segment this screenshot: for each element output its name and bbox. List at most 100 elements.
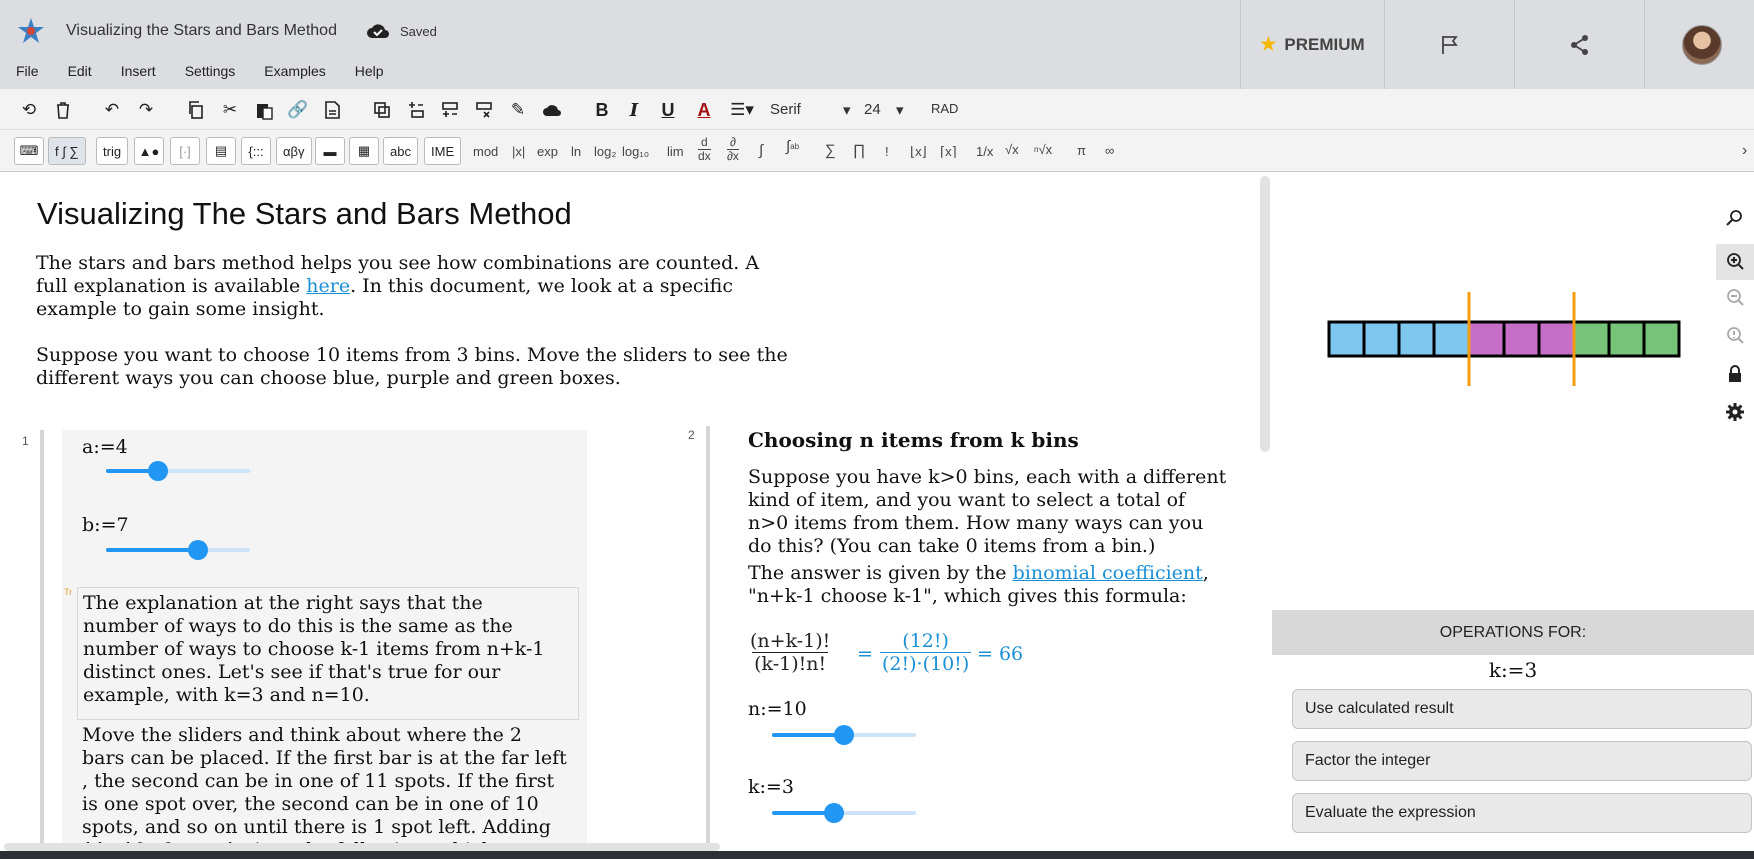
key-ln[interactable]: ln [571, 144, 581, 159]
delete-region-icon[interactable] [471, 97, 497, 123]
key-lim[interactable]: lim [667, 144, 684, 159]
menu-insert[interactable]: Insert [121, 63, 156, 79]
tab-greek[interactable]: αβγ [276, 137, 312, 165]
premium-button[interactable]: ★ PREMIUM [1240, 0, 1384, 89]
font-size-dropdown-icon[interactable]: ▾ [896, 101, 904, 119]
insert-below-icon[interactable] [437, 97, 463, 123]
user-menu[interactable] [1644, 0, 1754, 89]
bold-button[interactable]: B [589, 97, 615, 123]
menu-edit[interactable]: Edit [68, 63, 92, 79]
calculator-icon[interactable]: ▦ [349, 137, 379, 165]
table-icon[interactable]: ▤ [206, 137, 236, 165]
slider-a[interactable] [106, 461, 250, 481]
key-log10[interactable]: log₁₀ [622, 144, 649, 159]
matrix-icon[interactable]: {::: [241, 137, 271, 165]
settings-gear-icon[interactable] [1716, 394, 1754, 430]
binomial-coefficient-link[interactable]: binomial coefficient [1013, 562, 1203, 584]
zoom-reset-icon[interactable] [1716, 200, 1754, 236]
slider-n-knob[interactable] [834, 725, 854, 745]
result-fraction[interactable]: (12!) (2!)·(10!) [880, 630, 972, 675]
document-title[interactable]: Visualizing the Stars and Bars Method [66, 22, 337, 40]
horizontal-scrollbar[interactable] [4, 843, 720, 851]
menu-settings[interactable]: Settings [185, 63, 236, 79]
link-icon[interactable]: 🔗 [285, 97, 311, 123]
key-floor[interactable]: ⌊x⌋ [910, 144, 927, 160]
key-abs[interactable]: |x| [512, 144, 525, 159]
group-icon[interactable] [369, 97, 395, 123]
key-reciprocal[interactable]: 1/x [976, 144, 993, 159]
redo-icon[interactable]: ↷ [133, 97, 159, 123]
cut-icon[interactable]: ✂ [217, 97, 243, 123]
keyboard-icon[interactable]: ⌨ [14, 137, 44, 165]
tab-ime[interactable]: IME [424, 137, 462, 165]
use-calculated-result-button[interactable]: Use calculated result [1292, 689, 1752, 729]
undo-icon[interactable]: ↶ [99, 97, 125, 123]
slider-k[interactable] [772, 803, 916, 823]
key-factorial[interactable]: ! [885, 144, 889, 159]
tab-functions[interactable]: f ∫ ∑ [48, 137, 86, 165]
font-color-button[interactable]: A [691, 97, 717, 123]
cell-bracket[interactable] [706, 426, 710, 851]
nth-root-icon[interactable]: n √x [1034, 142, 1052, 157]
zoom-fit-icon[interactable] [1716, 318, 1754, 354]
slider-b[interactable] [106, 540, 250, 560]
document-scrollbar[interactable] [1258, 172, 1272, 851]
share-button[interactable] [1514, 0, 1644, 89]
lock-icon[interactable] [1716, 356, 1754, 392]
font-size-select[interactable]: 24 [864, 101, 881, 118]
menu-help[interactable]: Help [355, 63, 384, 79]
menu-file[interactable]: File [16, 63, 39, 79]
formula-fraction[interactable]: (n+k-1)! (k-1)!n! [748, 630, 832, 675]
cloud-icon[interactable] [539, 97, 565, 123]
key-product[interactable]: ∏ [853, 142, 865, 159]
derivative-icon[interactable]: d dx [698, 136, 711, 163]
reset-icon[interactable]: ⟲ [16, 97, 42, 123]
key-mod[interactable]: mod [473, 144, 498, 159]
var-b-definition[interactable]: b:=7 [82, 514, 129, 536]
avatar[interactable] [1681, 24, 1722, 65]
cell-bracket[interactable] [40, 430, 44, 851]
feedback-button[interactable] [1384, 0, 1514, 89]
italic-button[interactable]: I [621, 97, 647, 123]
key-log2[interactable]: log₂ [594, 144, 616, 159]
insert-above-icon[interactable] [403, 97, 429, 123]
slider-n[interactable] [772, 725, 916, 745]
evaluate-expression-button[interactable]: Evaluate the expression [1292, 793, 1752, 833]
var-a-definition[interactable]: a:=4 [82, 436, 128, 458]
pen-icon[interactable]: ✎ [505, 97, 531, 123]
paste-icon[interactable] [251, 97, 277, 123]
instructions-paragraph[interactable]: Suppose you want to choose 10 items from… [36, 344, 846, 390]
here-link[interactable]: here [306, 275, 350, 297]
graphics-panel[interactable] [1272, 172, 1754, 610]
scrollbar-thumb[interactable] [1260, 176, 1270, 452]
key-ceiling[interactable]: ⌈x⌉ [940, 144, 957, 160]
key-sum[interactable]: ∑ [825, 142, 836, 159]
bracket-icon[interactable]: [·] [170, 137, 200, 165]
key-integral[interactable]: ∫ [759, 142, 763, 159]
var-k-definition[interactable]: k:=3 [748, 776, 794, 798]
partial-derivative-icon[interactable]: ∂ ∂x [727, 136, 739, 163]
list-icon[interactable]: ☰▾ [727, 97, 757, 123]
zoom-in-icon[interactable] [1716, 244, 1754, 280]
key-infinity[interactable]: ∞ [1105, 143, 1114, 158]
stars-and-bars-plot[interactable] [1272, 172, 1754, 610]
copy-icon[interactable] [183, 97, 209, 123]
trash-icon[interactable] [50, 97, 76, 123]
tab-trig[interactable]: trig [96, 137, 129, 165]
angle-mode-button[interactable]: RAD [931, 101, 958, 116]
menu-examples[interactable]: Examples [264, 63, 325, 79]
sqrt-icon[interactable]: √x [1005, 142, 1019, 157]
slider-k-knob[interactable] [823, 803, 844, 823]
key-pi[interactable]: π [1077, 143, 1086, 158]
zoom-out-icon[interactable] [1716, 280, 1754, 316]
intro-paragraph[interactable]: The stars and bars method helps you see … [36, 252, 846, 321]
slider-explanation[interactable]: Move the sliders and think about where t… [82, 724, 582, 851]
definite-integral-icon[interactable]: ∫ a b [786, 138, 799, 155]
key-exp[interactable]: exp [537, 144, 558, 159]
document-icon[interactable] [319, 97, 345, 123]
ruler-icon[interactable]: ▬ [315, 137, 345, 165]
font-family-dropdown-icon[interactable]: ▾ [843, 101, 851, 119]
explanation-textbox[interactable]: The explanation at the right says that t… [77, 587, 579, 720]
slider-b-knob[interactable] [187, 540, 208, 560]
underline-button[interactable]: U [655, 97, 681, 123]
